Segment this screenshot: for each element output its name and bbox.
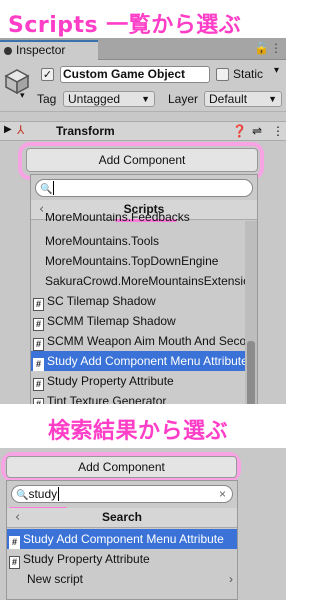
search-icon: 🔍 — [16, 490, 29, 501]
tag-value: Untagged — [68, 92, 121, 106]
tab-inspector-label: Inspector — [16, 43, 66, 57]
new-script-item[interactable]: New script › — [27, 569, 237, 589]
script-icon: # — [33, 318, 44, 331]
transform-icon: ⅄ — [17, 123, 25, 137]
chevron-right-icon: › — [229, 572, 233, 586]
scrollbar[interactable] — [245, 221, 257, 404]
list-item-label: SakuraCrowd.MoreMountainsExtensions — [45, 274, 245, 288]
script-icon: # — [33, 338, 44, 351]
icon-dropdown-arrow[interactable]: ▾ — [20, 90, 25, 101]
search-result[interactable]: # Study Property Attribute — [9, 549, 237, 569]
list-item-label: Study Property Attribute — [23, 552, 150, 566]
search-dropdown: 🔍study × ‹ Search # Study Add Component M… — [6, 480, 238, 600]
list-item-label: MoreMountains.Tools — [45, 234, 160, 248]
list-item-label: Study Property Attribute — [47, 374, 174, 388]
script-icon: # — [33, 298, 44, 311]
script-icon: # — [33, 358, 44, 371]
caption-search-results: 検索結果から選ぶ — [48, 419, 229, 444]
search-icon: 🔍 — [40, 184, 53, 195]
search-header: ‹ Search — [7, 508, 237, 528]
text-cursor — [58, 487, 60, 501]
scrollbar-thumb[interactable] — [247, 341, 255, 404]
tab-bar: Inspector 🔒 ⋮ — [0, 38, 286, 60]
search-result-selected[interactable]: # Study Add Component Menu Attribute — [7, 529, 237, 549]
list-item-label: SCMM Weapon Aim Mouth And Secondary Stic… — [47, 334, 245, 348]
add-component-dropdown: 🔍 ‹ Scripts MoreMountains.Feedbacks More… — [30, 174, 258, 404]
list-item-label: New script — [27, 572, 84, 586]
tag-dropdown[interactable]: Untagged ▼ — [63, 91, 155, 107]
add-component-button[interactable]: Add Component — [26, 148, 258, 172]
caption-scripts-list: Scripts 一覧から選ぶ — [8, 13, 242, 38]
script-icon: # — [33, 398, 44, 404]
chevron-down-icon: ▼ — [141, 94, 150, 104]
static-label: Static — [233, 67, 264, 81]
layer-label: Layer — [168, 92, 199, 106]
game-object-header: ▾ ✓ Custom Game Object Static ▾ Tag Unta… — [0, 60, 286, 112]
object-name-field[interactable]: Custom Game Object — [60, 66, 210, 83]
list-item-selected[interactable]: # Study Add Component Menu Attribute — [31, 351, 245, 371]
static-checkbox[interactable] — [216, 68, 229, 81]
tag-label: Tag — [37, 92, 57, 106]
script-icon: # — [33, 378, 44, 391]
list-item-label: Tint Texture Generator — [47, 394, 167, 404]
cube-icon — [4, 69, 30, 94]
layer-dropdown[interactable]: Default ▼ — [204, 91, 282, 107]
info-icon — [4, 46, 12, 55]
list-item-label: MoreMountains.TopDownEngine — [45, 254, 219, 268]
search-input[interactable]: 🔍study × — [11, 485, 233, 503]
list-item-label: SCMM Tilemap Shadow — [47, 314, 176, 328]
layer-value: Default — [209, 92, 248, 106]
transform-component-header[interactable]: ▶ ⅄ Transform ❓ ⇌ ⋮ — [0, 121, 286, 141]
component-title: Transform — [56, 124, 115, 138]
list-item[interactable]: SakuraCrowd.MoreMountainsExtensions — [45, 271, 245, 291]
tab-inspector[interactable]: Inspector — [0, 40, 98, 60]
search-results-panel: Add Component 🔍study × ‹ Search # Study A… — [0, 448, 286, 600]
lock-icon[interactable]: 🔒 — [254, 41, 269, 55]
static-dropdown-arrow[interactable]: ▾ — [274, 65, 279, 76]
list-item-label: MoreMountains.Feedbacks — [45, 213, 190, 224]
menu-icon[interactable]: ⋮ — [272, 124, 284, 138]
list-item-label: SC Tilemap Shadow — [47, 294, 156, 308]
search-input[interactable]: 🔍 — [35, 179, 253, 197]
list-item[interactable]: MoreMountains.Feedbacks — [45, 213, 245, 225]
list-item[interactable]: MoreMountains.Tools — [45, 231, 245, 251]
list-item[interactable]: #SCMM Weapon Aim Mouth And Secondary Sti… — [33, 331, 245, 351]
script-icon: # — [9, 536, 20, 549]
list-item-label: Study Add Component Menu Attribute — [23, 532, 224, 546]
list-item[interactable]: MoreMountains.TopDownEngine — [45, 251, 245, 271]
text-cursor — [53, 181, 55, 195]
active-checkbox[interactable]: ✓ — [41, 68, 54, 81]
help-icon[interactable]: ❓ — [232, 124, 247, 138]
inspector-panel: Inspector 🔒 ⋮ ▾ ✓ Custom Game Object Sta… — [0, 38, 286, 404]
search-value: study — [28, 487, 58, 501]
clear-icon[interactable]: × — [219, 486, 226, 502]
list-item[interactable]: # Study Property Attribute — [33, 371, 245, 391]
settings-icon[interactable]: ⇌ — [252, 124, 262, 138]
list-item[interactable]: # SCMM Tilemap Shadow — [33, 311, 245, 331]
chevron-down-icon: ▼ — [268, 94, 277, 104]
script-icon: # — [9, 556, 20, 569]
add-component-button[interactable]: Add Component — [6, 456, 237, 478]
expand-icon[interactable]: ▶ — [4, 124, 12, 135]
menu-icon[interactable]: ⋮ — [270, 41, 282, 55]
list-item[interactable]: # SC Tilemap Shadow — [33, 291, 245, 311]
search-header-title: Search — [101, 510, 143, 524]
list-item[interactable]: # Tint Texture Generator — [33, 391, 245, 404]
list-item-label: Study Add Component Menu Attribute — [47, 354, 245, 368]
